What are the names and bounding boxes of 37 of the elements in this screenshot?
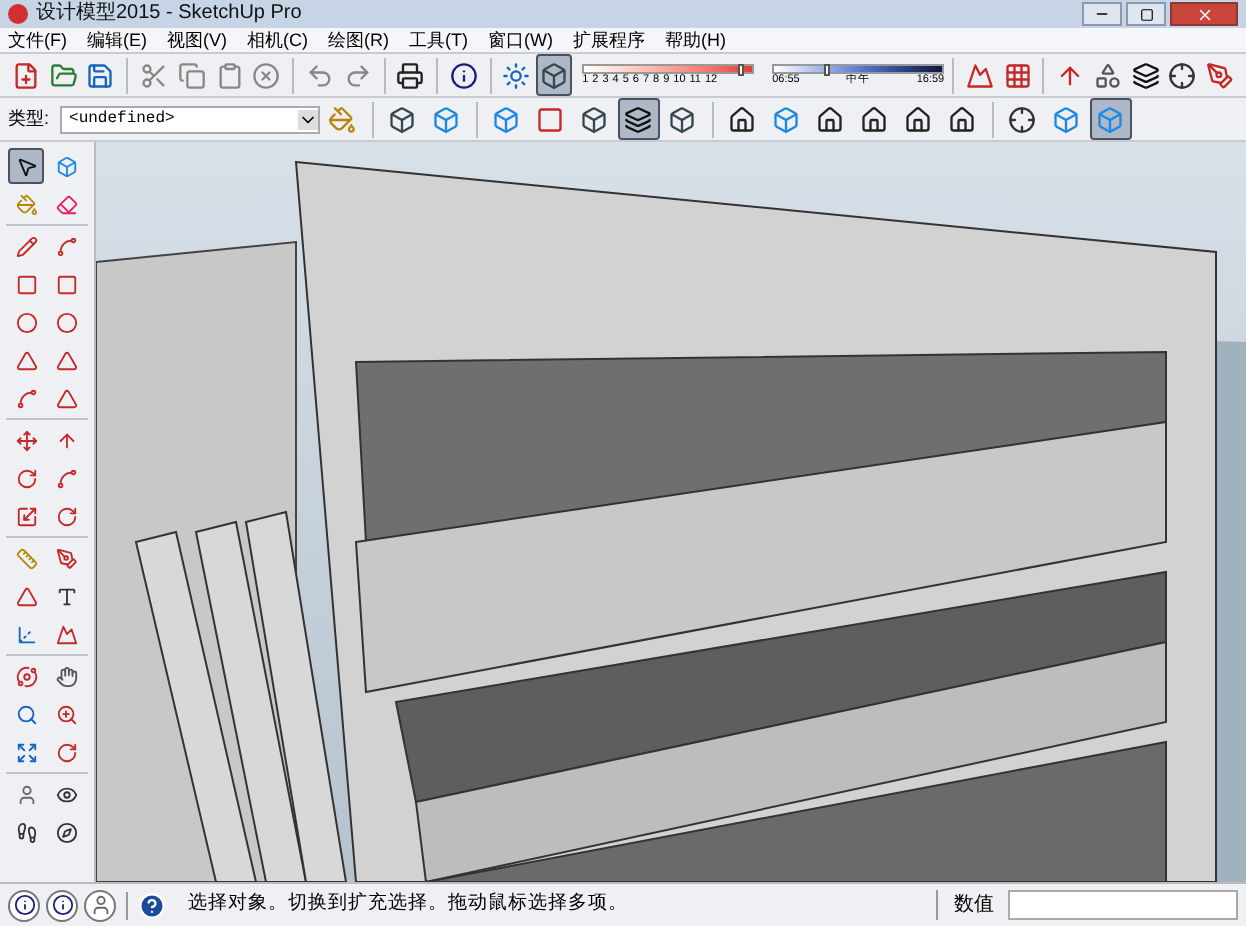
time-slider[interactable] xyxy=(772,63,945,74)
status-message: 选择对象。切换到扩充选择。拖动鼠标选择多项。 xyxy=(188,890,628,919)
person-icon xyxy=(89,894,111,916)
slider-thumb[interactable] xyxy=(824,63,831,76)
menu-item[interactable]: 相机(C) xyxy=(247,31,308,49)
help-icon[interactable] xyxy=(138,891,166,919)
value-label: 数值 xyxy=(936,890,994,920)
app-logo-icon xyxy=(8,4,28,24)
minimize-button[interactable] xyxy=(1082,2,1122,26)
dropdown-arrow-icon xyxy=(297,109,318,129)
person-button[interactable] xyxy=(84,889,116,921)
menu-item[interactable]: 扩展程序 xyxy=(573,31,645,49)
value-input-field[interactable] xyxy=(1008,890,1238,920)
info-button[interactable] xyxy=(8,889,40,921)
menu-item[interactable]: 文件(F) xyxy=(8,31,67,49)
type-dropdown[interactable]: <undefined> xyxy=(59,105,320,133)
menu-item[interactable]: 窗口(W) xyxy=(488,31,553,49)
menu-item[interactable]: 工具(T) xyxy=(409,31,468,49)
box-icon[interactable] xyxy=(1089,98,1132,140)
menu-item[interactable]: 视图(V) xyxy=(167,31,227,49)
menu-item[interactable]: 帮助(H) xyxy=(665,31,726,49)
info-icon xyxy=(51,894,73,916)
info-button[interactable] xyxy=(46,889,78,921)
slider-thumb[interactable] xyxy=(738,63,745,76)
close-icon xyxy=(1195,5,1213,23)
maximize-button[interactable] xyxy=(1126,2,1166,26)
menu-item[interactable]: 编辑(E) xyxy=(87,31,147,49)
layers-icon[interactable] xyxy=(617,98,660,140)
close-button[interactable] xyxy=(1170,2,1238,26)
info-icon xyxy=(13,894,35,916)
month-slider[interactable] xyxy=(582,63,755,74)
maximize-icon xyxy=(1139,7,1153,21)
pointer-icon[interactable] xyxy=(8,148,45,184)
window-title: 设计模型2015 - SketchUp Pro xyxy=(36,4,302,24)
cube-icon[interactable] xyxy=(536,54,573,96)
menu-item[interactable]: 绘图(R) xyxy=(328,31,389,49)
type-label: 类型: xyxy=(8,110,50,128)
